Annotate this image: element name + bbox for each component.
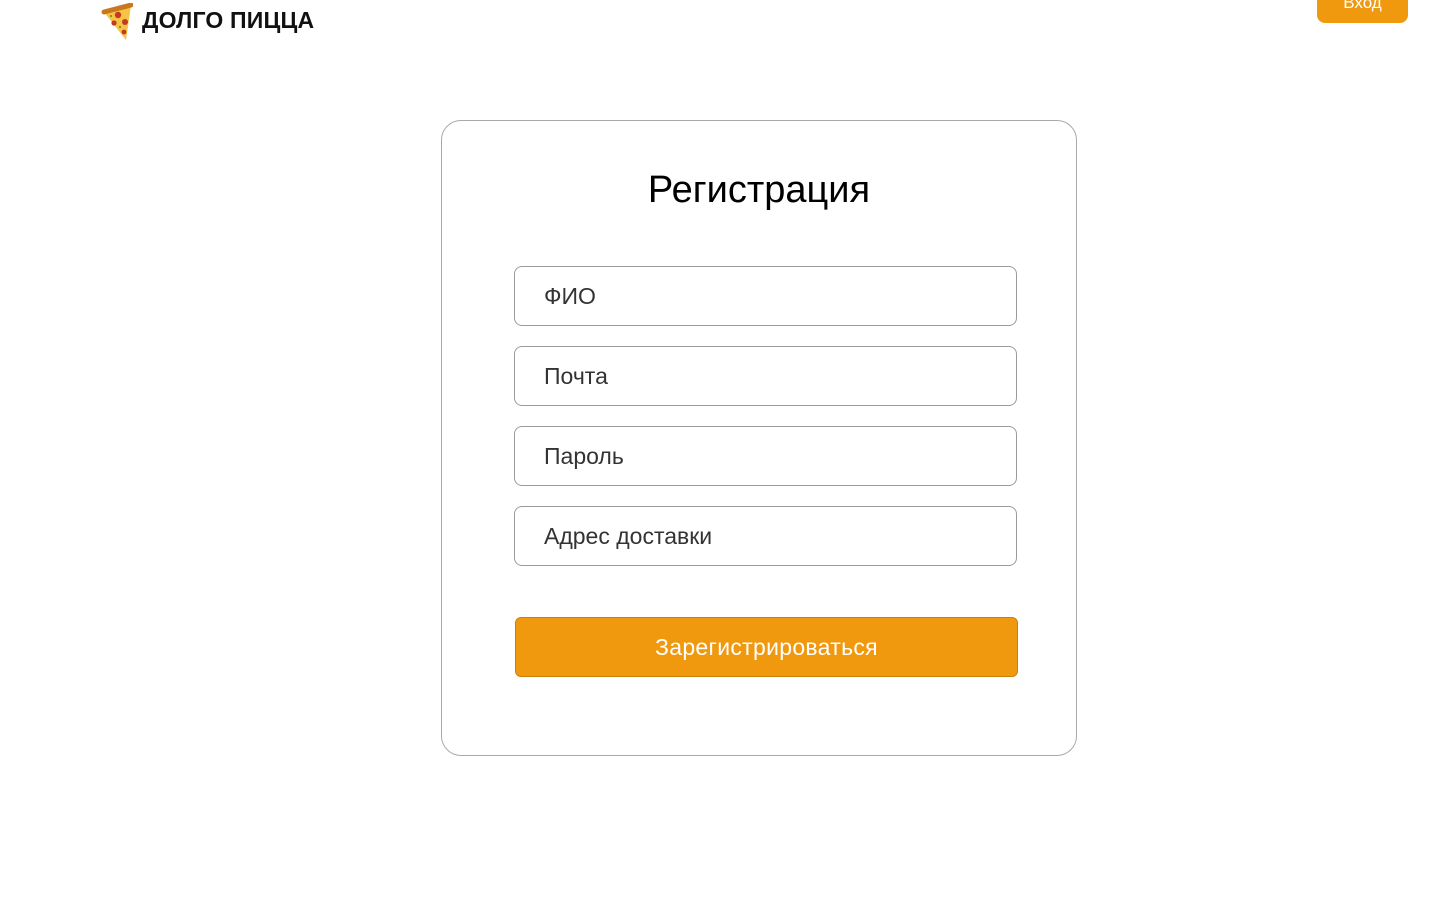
logo[interactable]: ДОЛГО ПИЦЦА xyxy=(100,2,314,42)
login-button[interactable]: Вход xyxy=(1317,0,1408,23)
brand-name: ДОЛГО ПИЦЦА xyxy=(142,7,315,33)
registration-card: Регистрация Зарегистрироваться xyxy=(441,120,1077,756)
full-name-field[interactable] xyxy=(514,266,1017,326)
header: ДОЛГО ПИЦЦА Вход xyxy=(0,0,1440,60)
delivery-address-field[interactable] xyxy=(514,506,1017,566)
password-field[interactable] xyxy=(514,426,1017,486)
page-title: Регистрация xyxy=(647,169,871,211)
pizza-slice-icon xyxy=(101,3,133,40)
email-field[interactable] xyxy=(514,346,1017,406)
register-button[interactable]: Зарегистрироваться xyxy=(515,617,1018,677)
